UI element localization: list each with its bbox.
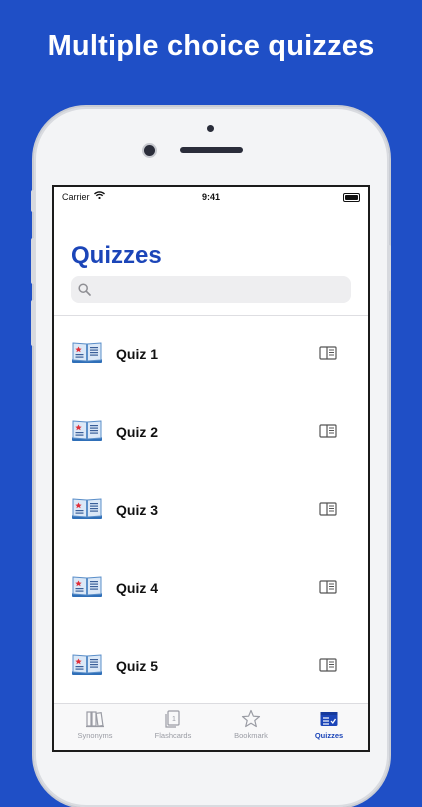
quiz-row-1[interactable]: Quiz 1 xyxy=(54,316,368,394)
search-icon xyxy=(78,283,91,296)
app-screen: Carrier 9:41 Quizzes Quiz 1 Quiz 2 Quiz … xyxy=(54,187,368,750)
mute-switch xyxy=(31,190,35,212)
quiz-detail-icon[interactable] xyxy=(319,580,337,594)
status-time: 9:41 xyxy=(201,192,220,202)
battery-icon xyxy=(343,193,360,202)
quiz-list-icon xyxy=(320,712,338,726)
tab-bar: Synonyms 1 Flashcards Bookmark Quizzes xyxy=(54,703,368,750)
tab-label: Quizzes xyxy=(314,731,344,740)
quiz-detail-icon[interactable] xyxy=(319,424,337,438)
search-input[interactable] xyxy=(98,282,342,299)
quiz-title: Quiz 5 xyxy=(116,658,159,674)
proximity-sensor xyxy=(207,125,214,132)
quiz-list: Quiz 1 Quiz 2 Quiz 3 Quiz 4 Quiz 5 xyxy=(54,316,368,706)
search-bar[interactable] xyxy=(71,276,351,303)
quiz-row-2[interactable]: Quiz 2 xyxy=(54,394,368,472)
quiz-title: Quiz 3 xyxy=(116,502,159,518)
quiz-row-3[interactable]: Quiz 3 xyxy=(54,472,368,550)
star-icon xyxy=(241,709,261,728)
tab-synonyms[interactable]: Synonyms xyxy=(56,704,134,750)
quiz-row-5[interactable]: Quiz 5 xyxy=(54,628,368,706)
status-bar: Carrier 9:41 xyxy=(54,187,368,207)
quiz-title: Quiz 2 xyxy=(116,424,159,440)
marketing-headline: Multiple choice quizzes xyxy=(47,30,375,62)
tab-label: Flashcards xyxy=(154,731,192,740)
books-icon xyxy=(86,711,104,728)
svg-text:1: 1 xyxy=(172,716,176,723)
tab-bookmark[interactable]: Bookmark xyxy=(212,704,290,750)
volume-up-button xyxy=(31,238,35,284)
quiz-title: Quiz 1 xyxy=(116,346,159,362)
quiz-title: Quiz 4 xyxy=(116,580,159,596)
open-book-icon xyxy=(72,342,102,363)
open-book-icon xyxy=(72,654,102,675)
flashcard-icon: 1 xyxy=(165,710,180,728)
open-book-icon xyxy=(72,420,102,441)
earpiece-speaker xyxy=(180,147,243,153)
quiz-detail-icon[interactable] xyxy=(319,346,337,360)
tab-label: Synonyms xyxy=(77,731,113,740)
open-book-icon xyxy=(72,498,102,519)
open-book-icon xyxy=(72,576,102,597)
power-button xyxy=(387,245,391,291)
tab-quizzes[interactable]: Quizzes xyxy=(290,704,368,750)
quiz-detail-icon[interactable] xyxy=(319,502,337,516)
tab-flashcards[interactable]: 1 Flashcards xyxy=(134,704,212,750)
front-camera xyxy=(144,145,155,156)
page-title: Quizzes xyxy=(71,242,162,269)
quiz-detail-icon[interactable] xyxy=(319,658,337,672)
volume-down-button xyxy=(31,300,35,346)
quiz-row-4[interactable]: Quiz 4 xyxy=(54,550,368,628)
tab-label: Bookmark xyxy=(234,731,268,740)
